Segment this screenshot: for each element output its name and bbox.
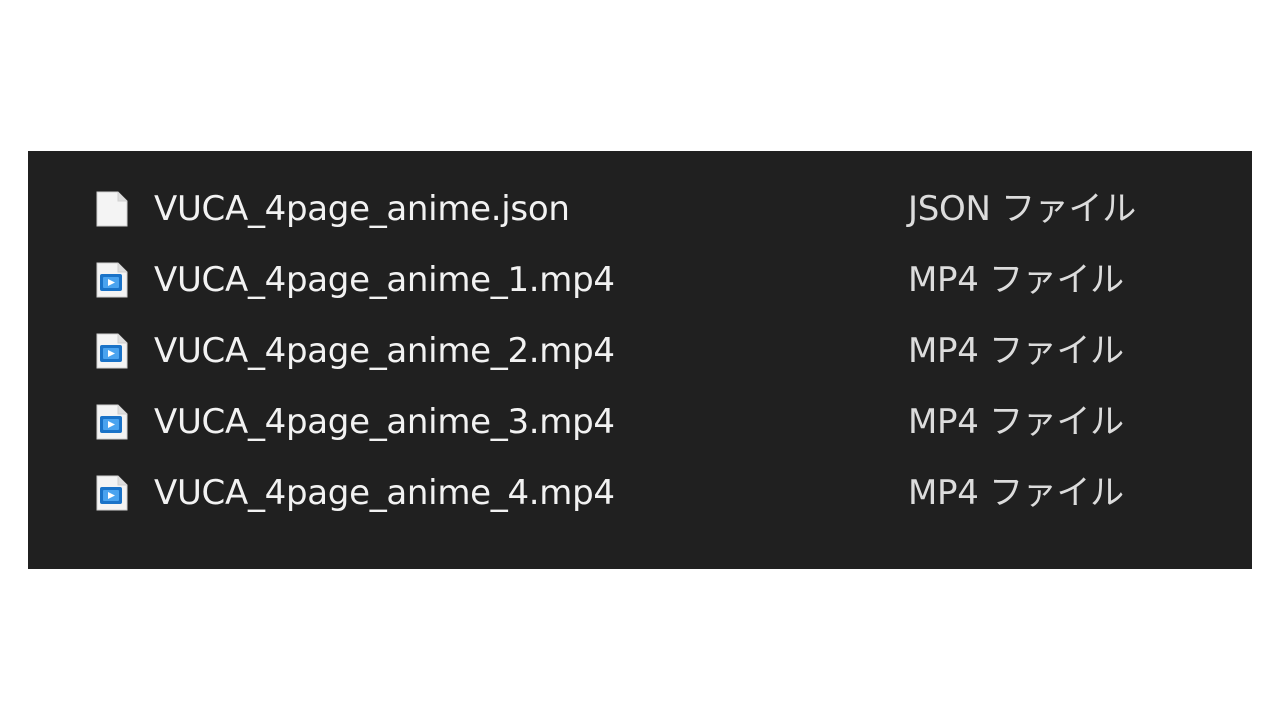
mp4-video-file-icon [94, 333, 130, 369]
file-name: VUCA_4page_anime_2.mp4 [154, 331, 615, 371]
file-row-mp4-3[interactable]: VUCA_4page_anime_3.mp4 MP4 ファイル [28, 390, 1252, 454]
file-type: MP4 ファイル [908, 473, 1124, 513]
file-row-mp4-1[interactable]: VUCA_4page_anime_1.mp4 MP4 ファイル [28, 248, 1252, 312]
file-list-panel: VUCA_4page_anime.json JSON ファイル VUCA_4pa… [28, 151, 1252, 569]
json-file-icon [94, 191, 130, 227]
mp4-video-file-icon [94, 475, 130, 511]
file-name: VUCA_4page_anime_3.mp4 [154, 402, 615, 442]
file-name: VUCA_4page_anime.json [154, 189, 570, 229]
file-name: VUCA_4page_anime_1.mp4 [154, 260, 615, 300]
mp4-video-file-icon [94, 404, 130, 440]
mp4-video-file-icon [94, 262, 130, 298]
file-row-mp4-4[interactable]: VUCA_4page_anime_4.mp4 MP4 ファイル [28, 461, 1252, 525]
file-type: MP4 ファイル [908, 331, 1124, 371]
file-row-mp4-2[interactable]: VUCA_4page_anime_2.mp4 MP4 ファイル [28, 319, 1252, 383]
file-row-json[interactable]: VUCA_4page_anime.json JSON ファイル [28, 177, 1252, 241]
file-type: MP4 ファイル [908, 260, 1124, 300]
file-type: JSON ファイル [908, 189, 1136, 229]
file-type: MP4 ファイル [908, 402, 1124, 442]
file-name: VUCA_4page_anime_4.mp4 [154, 473, 615, 513]
